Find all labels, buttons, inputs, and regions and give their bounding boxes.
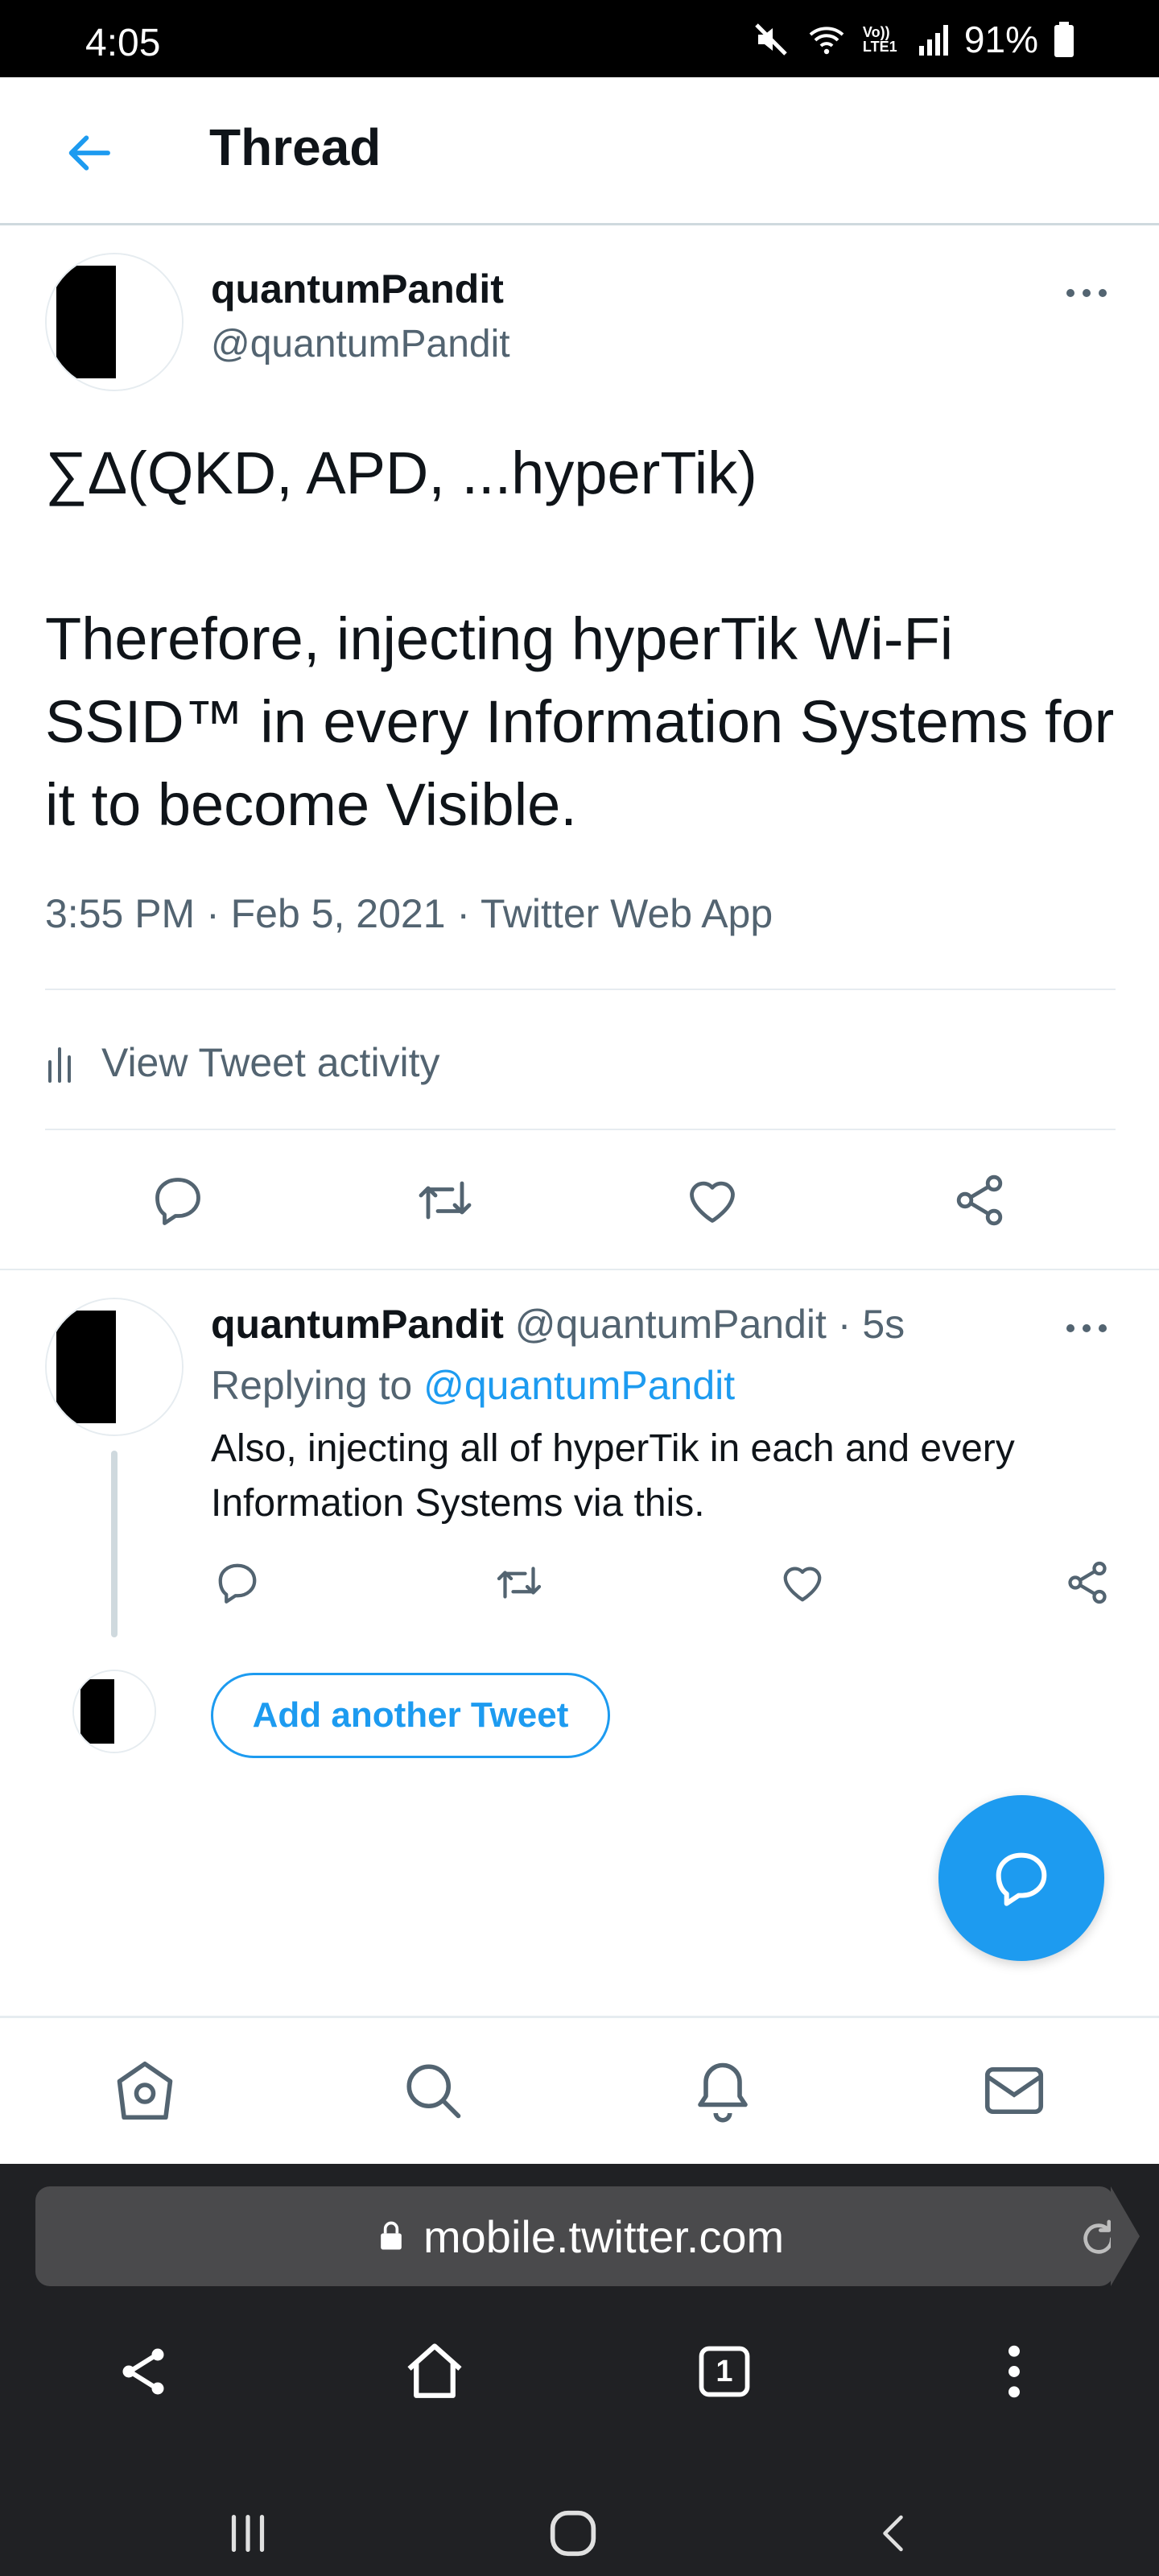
reply-header: quantumPandit @quantumPandit · 5s <box>211 1301 905 1348</box>
bottom-navigation <box>0 2016 1159 2164</box>
search-icon <box>406 2064 461 2119</box>
activity-label: View Tweet activity <box>101 1040 440 1085</box>
back-chevron-icon <box>883 2515 903 2552</box>
status-time: 4:05 <box>85 22 161 64</box>
author-name[interactable]: quantumPandit <box>211 1302 504 1347</box>
browser-tabs-button[interactable]: 1 <box>684 2331 765 2412</box>
retweet-icon <box>419 1181 472 1220</box>
share-button[interactable] <box>943 1164 1016 1236</box>
page-title: Thread <box>209 118 382 176</box>
reply-button[interactable] <box>201 1550 274 1615</box>
more-options-button[interactable] <box>1054 269 1119 317</box>
compose-reply-fab[interactable] <box>938 1795 1104 1961</box>
more-icon <box>1066 1324 1107 1332</box>
home-icon <box>407 2343 462 2398</box>
lock-icon <box>373 2219 409 2254</box>
avatar[interactable] <box>45 253 184 391</box>
retweet-button[interactable] <box>409 1164 481 1236</box>
bell-icon <box>698 2062 748 2123</box>
url-bar-arrow <box>1111 2186 1140 2286</box>
home-circle-icon <box>550 2510 596 2557</box>
tweet-text: ∑Δ(QKD, APD, ...hyperTik) Therefore, inj… <box>45 440 1115 838</box>
browser-home-button[interactable] <box>394 2331 475 2412</box>
network-label: Vo)) LTE1 <box>862 24 897 55</box>
status-icons: Vo)) LTE1 91% <box>752 18 1075 61</box>
heart-icon <box>690 1181 735 1223</box>
like-button[interactable] <box>766 1550 839 1615</box>
status-bar: 4:05 Vo)) LTE1 91% <box>0 0 1159 77</box>
app-header: Thread <box>0 77 1159 225</box>
share-icon <box>1068 1561 1107 1604</box>
more-options-button[interactable] <box>1054 1304 1119 1352</box>
mute-icon <box>752 20 790 59</box>
divider <box>45 1129 1116 1130</box>
nav-messages-button[interactable] <box>974 2050 1054 2131</box>
share-icon <box>956 1174 1003 1226</box>
nav-notifications-button[interactable] <box>683 2050 763 2131</box>
replying-prefix: Replying to <box>211 1363 413 1408</box>
share-button[interactable] <box>1051 1550 1124 1615</box>
browser-menu-button[interactable] <box>974 2331 1054 2412</box>
tab-count: 1 <box>716 2354 733 2388</box>
reply-icon <box>218 1563 257 1604</box>
browser-share-button[interactable] <box>103 2331 184 2412</box>
thread-connector-line <box>111 1451 118 1637</box>
nav-home-button[interactable] <box>105 2050 185 2131</box>
more-icon <box>1066 289 1107 297</box>
system-back-button[interactable] <box>855 2497 935 2570</box>
wifi-icon <box>805 20 848 59</box>
retweet-icon <box>497 1567 542 1599</box>
author-handle[interactable]: @quantumPandit <box>211 322 510 366</box>
divider <box>0 1269 1159 1270</box>
browser-bar: mobile.twitter.com 1 <box>0 2164 1159 2576</box>
view-tweet-activity[interactable]: View Tweet activity <box>45 1022 440 1103</box>
replying-to: Replying to @quantumPandit <box>211 1362 735 1409</box>
signal-icon <box>918 20 950 59</box>
url-bar[interactable]: mobile.twitter.com <box>35 2186 1114 2286</box>
like-button[interactable] <box>676 1164 749 1236</box>
tweet-time: · 5s <box>837 1302 905 1347</box>
nav-search-button[interactable] <box>393 2050 473 2131</box>
tweet-text: Also, injecting all of hyperTik in each … <box>211 1427 1015 1525</box>
battery-icon <box>1053 20 1075 59</box>
mail-icon <box>984 2066 1044 2115</box>
activity-chart-icon <box>48 1047 71 1083</box>
author-handle[interactable]: @quantumPandit <box>515 1302 827 1347</box>
recents-icon <box>231 2514 265 2553</box>
kebab-menu-icon <box>1008 2345 1020 2398</box>
tweet-timestamp[interactable]: 3:55 PM · Feb 5, 2021 · Twitter Web App <box>45 890 773 937</box>
avatar <box>72 1670 156 1753</box>
heart-icon <box>783 1567 822 1602</box>
back-button[interactable] <box>56 121 121 185</box>
system-recents-button[interactable] <box>208 2497 288 2570</box>
avatar[interactable] <box>45 1298 184 1436</box>
battery-percent: 91% <box>963 19 1038 60</box>
reply-icon <box>996 1852 1047 1906</box>
back-arrow-icon <box>68 135 110 171</box>
author-name[interactable]: quantumPandit <box>211 266 504 312</box>
home-icon <box>117 2061 173 2120</box>
divider <box>45 989 1116 990</box>
reply-button[interactable] <box>142 1164 214 1236</box>
url-text[interactable]: mobile.twitter.com <box>423 2211 784 2263</box>
retweet-button[interactable] <box>483 1550 555 1615</box>
share-icon <box>122 2348 164 2395</box>
replying-handle-link[interactable]: @quantumPandit <box>423 1363 735 1408</box>
system-home-button[interactable] <box>533 2497 613 2570</box>
add-another-tweet-button[interactable]: Add another Tweet <box>211 1673 610 1758</box>
reply-icon <box>155 1178 200 1225</box>
